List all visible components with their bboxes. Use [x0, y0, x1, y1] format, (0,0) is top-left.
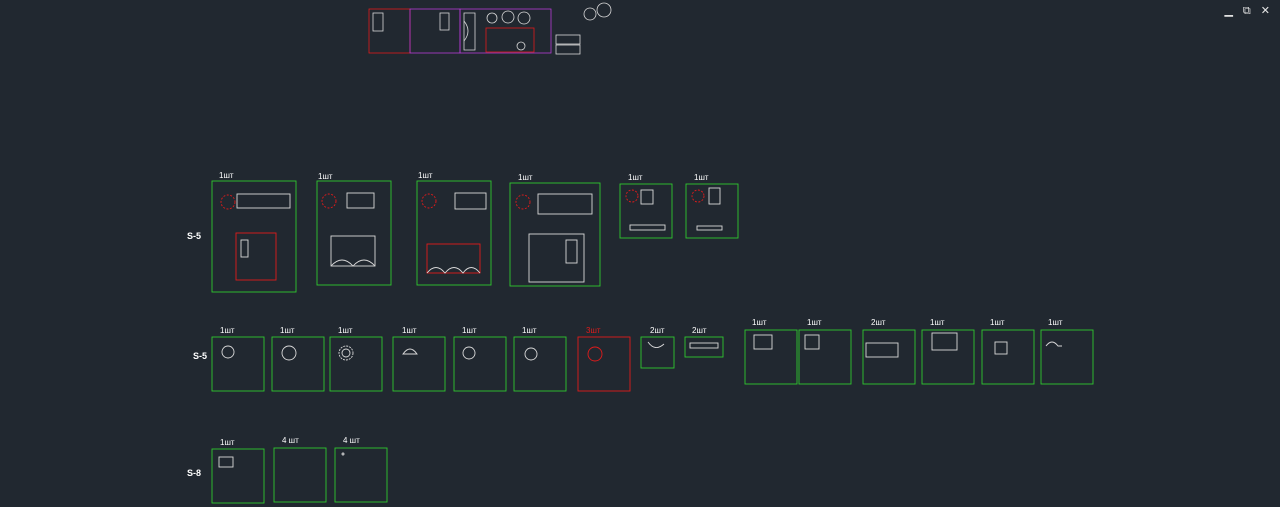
sheet[interactable] — [271, 336, 325, 392]
quantity-label: 1шт — [990, 318, 1005, 327]
quantity-label: 4 шт — [282, 436, 299, 445]
row-label: S-8 — [187, 468, 202, 478]
quantity-label: 3шт — [586, 326, 601, 335]
quantity-label: 1шт — [220, 438, 235, 447]
sheet[interactable] — [684, 336, 724, 358]
sheet[interactable] — [513, 336, 567, 392]
quantity-label: 1шт — [694, 173, 709, 182]
quantity-label: 1шт — [1048, 318, 1063, 327]
sheet[interactable] — [744, 329, 798, 385]
quantity-label: 1шт — [522, 326, 537, 335]
window-controls: ▁ ⧉ ✕ — [1224, 4, 1270, 18]
sheet[interactable] — [392, 336, 446, 392]
sheet[interactable] — [921, 329, 975, 385]
quantity-label: 1шт — [518, 173, 533, 182]
row-label: S-5 — [187, 231, 202, 241]
sheet[interactable] — [211, 180, 297, 293]
sheet[interactable] — [329, 336, 383, 392]
close-icon[interactable]: ✕ — [1261, 4, 1270, 18]
quantity-label: 1шт — [220, 326, 235, 335]
quantity-label: 2шт — [692, 326, 707, 335]
quantity-label: 1шт — [280, 326, 295, 335]
quantity-label: 1шт — [462, 326, 477, 335]
quantity-label: 1шт — [752, 318, 767, 327]
quantity-label: 1шт — [402, 326, 417, 335]
sheet[interactable] — [798, 329, 852, 385]
quantity-label: 2шт — [871, 318, 886, 327]
quantity-label: 1шт — [219, 171, 234, 180]
sheet[interactable] — [273, 447, 327, 503]
sheet[interactable] — [211, 336, 265, 392]
sheet[interactable] — [577, 336, 631, 392]
sheet[interactable] — [453, 336, 507, 392]
restore-icon[interactable]: ⧉ — [1243, 4, 1251, 18]
row-label: S-5 — [193, 351, 208, 361]
sheet[interactable] — [316, 180, 392, 286]
quantity-label: 1шт — [418, 171, 433, 180]
sheet[interactable] — [640, 336, 675, 369]
sheet-row-1 — [211, 180, 739, 293]
quantity-label: 1шт — [807, 318, 822, 327]
quantity-label: 1шт — [338, 326, 353, 335]
sheet-row-3 — [211, 447, 388, 504]
sheet-row-2 — [211, 329, 1094, 392]
sheet[interactable] — [509, 182, 601, 287]
sheet[interactable] — [981, 329, 1035, 385]
quantity-label: 2шт — [650, 326, 665, 335]
sheet[interactable] — [334, 447, 388, 503]
overview-block[interactable] — [368, 2, 612, 55]
quantity-label: 1шт — [628, 173, 643, 182]
sheet[interactable] — [1040, 329, 1094, 385]
quantity-label: 1шт — [930, 318, 945, 327]
quantity-label: 1шт — [318, 172, 333, 181]
quantity-label: 4 шт — [343, 436, 360, 445]
drawing-canvas[interactable] — [0, 0, 1280, 507]
minimize-icon[interactable]: ▁ — [1224, 4, 1232, 18]
